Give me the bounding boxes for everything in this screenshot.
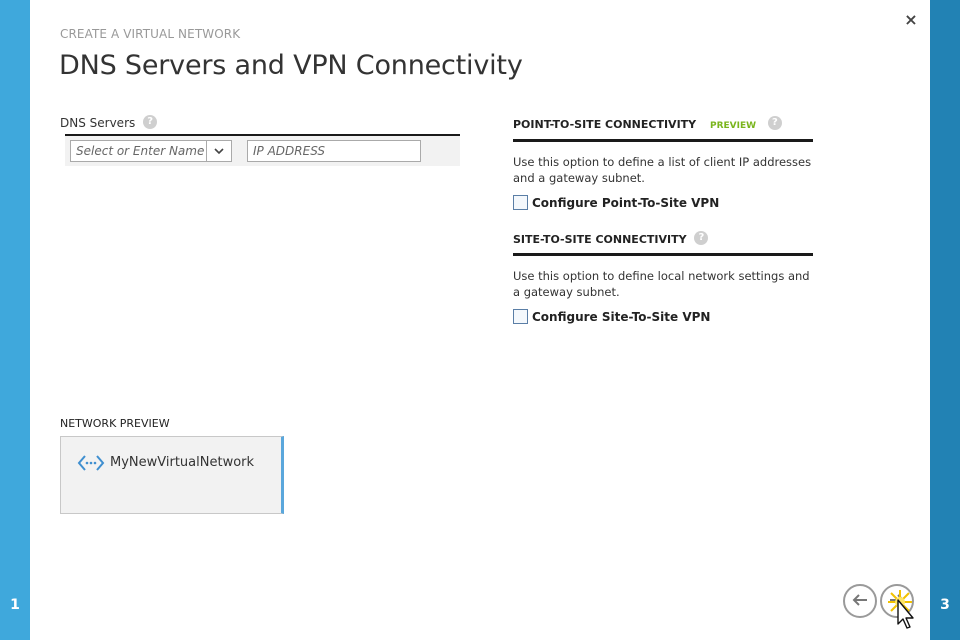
network-preview-label: NETWORK PREVIEW <box>60 417 170 430</box>
point-to-site-checkbox[interactable] <box>513 195 528 210</box>
step-number-current: 3 <box>940 597 950 613</box>
point-to-site-help-icon[interactable]: ? <box>767 116 782 130</box>
site-to-site-heading: SITE-TO-SITE CONNECTIVITY ? <box>513 231 709 246</box>
wizard-right-rail: 3 <box>930 0 960 640</box>
mouse-cursor-icon <box>882 586 918 634</box>
site-to-site-divider <box>513 253 813 256</box>
network-preview-card: MyNewVirtualNetwork <box>60 436 284 514</box>
site-to-site-checkbox-row[interactable]: Configure Site-To-Site VPN <box>513 309 710 324</box>
point-to-site-checkbox-label[interactable]: Configure Point-To-Site VPN <box>532 196 719 210</box>
back-button[interactable] <box>843 584 877 618</box>
site-to-site-heading-text: SITE-TO-SITE CONNECTIVITY <box>513 233 687 246</box>
point-to-site-heading-text: POINT-TO-SITE CONNECTIVITY <box>513 118 697 131</box>
network-name: MyNewVirtualNetwork <box>110 455 255 470</box>
point-to-site-heading: POINT-TO-SITE CONNECTIVITY PREVIEW ? <box>513 116 782 131</box>
dns-server-row: Select or Enter Name <box>65 136 460 166</box>
site-to-site-help-icon[interactable]: ? <box>694 231 709 245</box>
chevron-down-icon[interactable] <box>206 141 231 161</box>
dns-ip-address-input[interactable] <box>247 140 421 162</box>
dns-name-combobox[interactable]: Select or Enter Name <box>70 140 232 162</box>
dns-servers-label-text: DNS Servers <box>60 116 136 130</box>
preview-badge: PREVIEW <box>709 121 757 131</box>
site-to-site-checkbox[interactable] <box>513 309 528 324</box>
point-to-site-checkbox-row[interactable]: Configure Point-To-Site VPN <box>513 195 719 210</box>
point-to-site-divider <box>513 139 813 142</box>
site-to-site-checkbox-label[interactable]: Configure Site-To-Site VPN <box>532 310 710 324</box>
close-button[interactable]: × <box>902 11 920 29</box>
step-number-previous: 1 <box>10 597 20 613</box>
wizard-left-rail: 1 <box>0 0 30 640</box>
wizard-step-title: CREATE A VIRTUAL NETWORK <box>60 27 241 41</box>
network-icon <box>77 454 105 476</box>
site-to-site-description: Use this option to define local network … <box>513 269 810 299</box>
point-to-site-description: Use this option to define a list of clie… <box>513 155 812 185</box>
dns-name-placeholder[interactable]: Select or Enter Name <box>71 141 206 161</box>
arrow-left-icon <box>851 592 869 611</box>
dns-servers-label: DNS Servers ? <box>60 115 158 130</box>
dns-help-icon[interactable]: ? <box>143 115 158 129</box>
page-title: DNS Servers and VPN Connectivity <box>59 50 523 81</box>
